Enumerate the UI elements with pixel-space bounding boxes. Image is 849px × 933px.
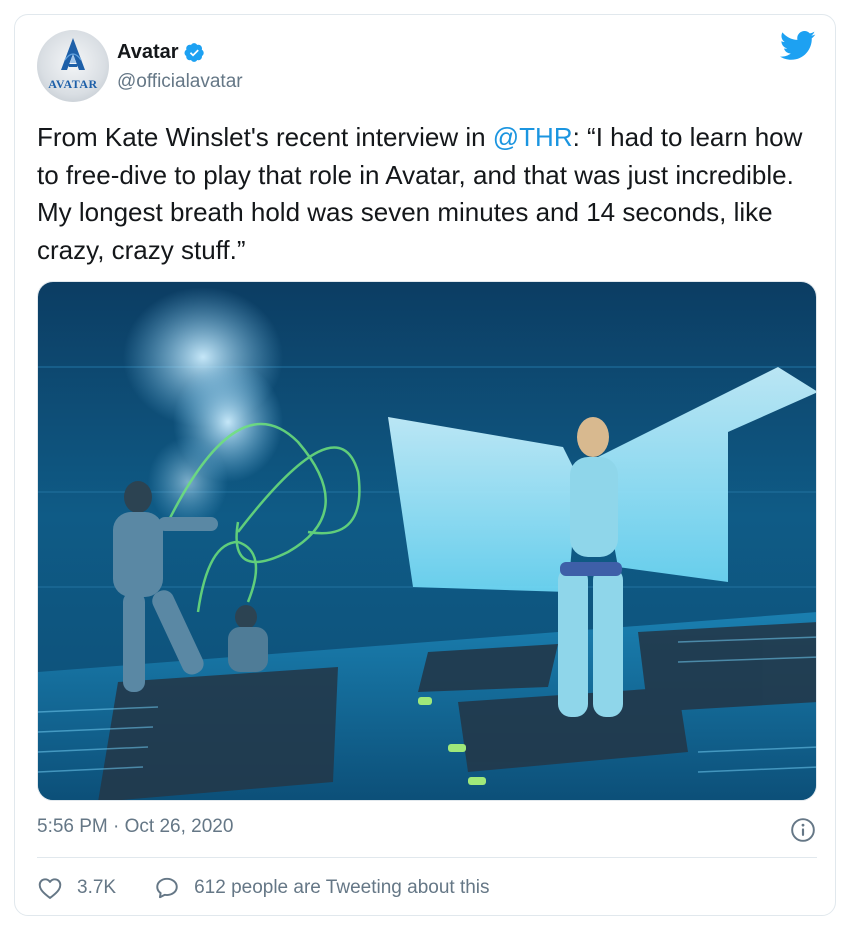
tweeting-about-link[interactable]: 612 people are Tweeting about this [154, 875, 490, 901]
twitter-bird-icon[interactable] [780, 31, 816, 61]
verified-badge-icon [184, 42, 204, 62]
author-handle[interactable]: @officialavatar [117, 71, 243, 93]
tweet-photo[interactable] [37, 281, 817, 801]
tweet-card: AVATAR Avatar @officialavatar From Kate … [14, 14, 836, 916]
tweeting-about-text: 612 people are Tweeting about this [194, 877, 490, 898]
heart-icon [38, 878, 62, 899]
info-icon[interactable] [790, 817, 816, 843]
mention-link[interactable]: @THR [493, 122, 573, 152]
like-count: 3.7K [77, 877, 117, 898]
speech-bubble-icon [156, 877, 178, 899]
tweet-actions: 3.7K 612 people are Tweeting about this [37, 873, 490, 903]
tweet-timestamp[interactable]: 5:56 PM · Oct 26, 2020 [37, 816, 233, 838]
tweet-text-start: From Kate Winslet's recent interview in [37, 122, 493, 152]
underwater-photo-image [38, 282, 816, 800]
profile-avatar[interactable]: AVATAR [37, 30, 109, 102]
tweet-text: From Kate Winslet's recent interview in … [37, 119, 817, 269]
author-display-name[interactable]: Avatar [117, 41, 179, 64]
avatar-logo-text: AVATAR [48, 77, 98, 91]
divider [37, 857, 817, 858]
author-name-row[interactable]: Avatar [117, 39, 205, 65]
like-button[interactable]: 3.7K [37, 875, 116, 901]
